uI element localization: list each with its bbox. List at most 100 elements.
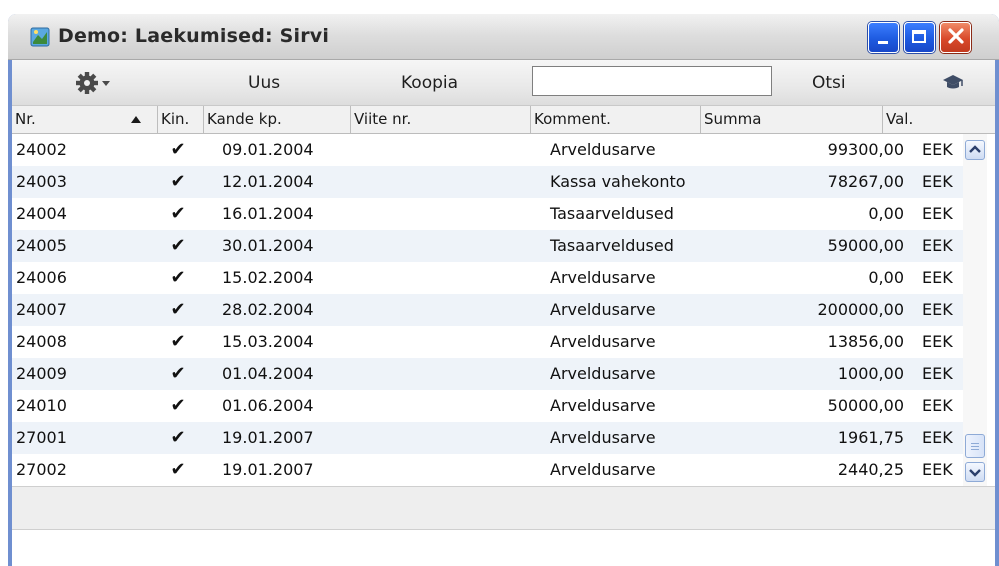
table-body: 24002 ✔ 09.01.2004 Arveldusarve 99300,00 EEK 2… bbox=[12, 134, 963, 486]
graduation-cap-icon[interactable] bbox=[941, 72, 965, 92]
maximize-button[interactable] bbox=[904, 22, 935, 53]
cell-sum: 1000,00 bbox=[837, 364, 904, 383]
cell-nr: 24004 bbox=[16, 204, 67, 223]
table-row[interactable]: 24002 ✔ 09.01.2004 Arveldusarve 99300,00 EEK bbox=[12, 134, 963, 166]
cell-sum: 2440,25 bbox=[837, 460, 904, 479]
table-row[interactable]: 27002 ✔ 19.01.2007 Arveldusarve 2440,25 EEK bbox=[12, 454, 963, 486]
cell-nr: 24006 bbox=[16, 268, 67, 287]
cell-date: 19.01.2007 bbox=[222, 428, 314, 447]
cell-nr: 24005 bbox=[16, 236, 67, 255]
cell-nr: 24002 bbox=[16, 140, 67, 159]
chevron-down-icon bbox=[969, 469, 981, 477]
cell-currency: EEK bbox=[922, 428, 953, 447]
cell-nr: 24010 bbox=[16, 396, 67, 415]
close-button[interactable] bbox=[940, 22, 971, 53]
chevron-up-icon bbox=[969, 145, 981, 153]
cell-currency: EEK bbox=[922, 204, 953, 223]
column-header-sum[interactable]: Summa bbox=[701, 106, 883, 133]
cell-comment: Tasaarveldused bbox=[550, 236, 674, 255]
column-header-date[interactable]: Kande kp. bbox=[204, 106, 351, 133]
cell-date: 01.06.2004 bbox=[222, 396, 314, 415]
cell-date: 19.01.2007 bbox=[222, 460, 314, 479]
new-button[interactable]: Uus bbox=[248, 73, 280, 93]
scroll-up-button[interactable] bbox=[965, 140, 985, 160]
table-row[interactable]: 24005 ✔ 30.01.2004 Tasaarveldused 59000,00 EE… bbox=[12, 230, 963, 262]
cell-nr: 27001 bbox=[16, 428, 67, 447]
table-row[interactable]: 24007 ✔ 28.02.2004 Arveldusarve 200000,00 EEK bbox=[12, 294, 963, 326]
cell-nr: 27002 bbox=[16, 460, 67, 479]
sort-ascending-icon bbox=[131, 116, 141, 123]
cell-comment: Arveldusarve bbox=[550, 300, 656, 319]
cell-sum: 0,00 bbox=[868, 204, 904, 223]
cell-comment: Arveldusarve bbox=[550, 428, 656, 447]
scroll-down-button[interactable] bbox=[965, 462, 985, 482]
cell-date: 12.01.2004 bbox=[222, 172, 314, 191]
cell-approved-check: ✔ bbox=[170, 299, 186, 320]
vertical-scrollbar[interactable] bbox=[963, 134, 987, 486]
cell-comment: Arveldusarve bbox=[550, 364, 656, 383]
cell-comment: Arveldusarve bbox=[550, 332, 656, 351]
maximize-icon bbox=[912, 30, 926, 43]
search-button[interactable]: Otsi bbox=[812, 73, 846, 93]
window-title: Demo: Laekumised: Sirvi bbox=[58, 25, 330, 47]
table-row[interactable]: 24008 ✔ 15.03.2004 Arveldusarve 13856,00 EEK bbox=[12, 326, 963, 358]
column-header-ref[interactable]: Viite nr. bbox=[351, 106, 531, 133]
cell-comment: Tasaarveldused bbox=[550, 204, 674, 223]
cell-approved-check: ✔ bbox=[170, 267, 186, 288]
cell-sum: 99300,00 bbox=[827, 140, 904, 159]
cell-sum: 13856,00 bbox=[827, 332, 904, 351]
minimize-button[interactable] bbox=[868, 22, 899, 53]
table-row[interactable]: 24010 ✔ 01.06.2004 Arveldusarve 50000,00 EEK bbox=[12, 390, 963, 422]
column-header-comment[interactable]: Komment. bbox=[531, 106, 701, 133]
table-row[interactable]: 24004 ✔ 16.01.2004 Tasaarveldused 0,00 EEK bbox=[12, 198, 963, 230]
column-header-label: Nr. bbox=[15, 110, 36, 128]
title-bar[interactable]: Demo: Laekumised: Sirvi bbox=[8, 14, 999, 60]
cell-currency: EEK bbox=[922, 236, 953, 255]
cell-comment: Arveldusarve bbox=[550, 396, 656, 415]
app-icon bbox=[30, 27, 50, 47]
cell-sum: 200000,00 bbox=[817, 300, 904, 319]
column-header-currency[interactable]: Val. bbox=[883, 106, 995, 133]
cell-approved-check: ✔ bbox=[170, 363, 186, 384]
cell-nr: 24007 bbox=[16, 300, 67, 319]
window-content: Uus Koopia Otsi Nr. Kin. Kande kp. Viite… bbox=[12, 60, 995, 566]
app-window: Demo: Laekumised: Sirvi Uus Koopia Otsi … bbox=[8, 14, 999, 566]
gear-icon bbox=[76, 72, 98, 94]
cell-comment: Arveldusarve bbox=[550, 140, 656, 159]
table-row[interactable]: 24006 ✔ 15.02.2004 Arveldusarve 0,00 EEK bbox=[12, 262, 963, 294]
cell-approved-check: ✔ bbox=[170, 459, 186, 480]
scroll-thumb[interactable] bbox=[965, 434, 985, 458]
cell-comment: Arveldusarve bbox=[550, 268, 656, 287]
chevron-down-icon bbox=[102, 81, 110, 86]
table-row[interactable]: 24009 ✔ 01.04.2004 Arveldusarve 1000,00 EEK bbox=[12, 358, 963, 390]
cell-date: 16.01.2004 bbox=[222, 204, 314, 223]
cell-currency: EEK bbox=[922, 332, 953, 351]
column-header-kin[interactable]: Kin. bbox=[158, 106, 204, 133]
cell-date: 09.01.2004 bbox=[222, 140, 314, 159]
cell-date: 28.02.2004 bbox=[222, 300, 314, 319]
actions-menu-button[interactable] bbox=[74, 69, 118, 97]
copy-button[interactable]: Koopia bbox=[401, 73, 458, 93]
cell-currency: EEK bbox=[922, 460, 953, 479]
cell-date: 15.03.2004 bbox=[222, 332, 314, 351]
cell-date: 30.01.2004 bbox=[222, 236, 314, 255]
cell-approved-check: ✔ bbox=[170, 331, 186, 352]
window-bottom bbox=[12, 530, 995, 566]
table-row[interactable]: 24003 ✔ 12.01.2004 Kassa vahekonto 78267,00 E… bbox=[12, 166, 963, 198]
cell-sum: 0,00 bbox=[868, 268, 904, 287]
cell-sum: 50000,00 bbox=[827, 396, 904, 415]
cell-nr: 24003 bbox=[16, 172, 67, 191]
cell-date: 15.02.2004 bbox=[222, 268, 314, 287]
column-header-nr[interactable]: Nr. bbox=[12, 106, 158, 133]
toolbar: Uus Koopia Otsi bbox=[12, 60, 995, 106]
cell-approved-check: ✔ bbox=[170, 139, 186, 160]
status-area bbox=[12, 486, 995, 530]
table-row[interactable]: 27001 ✔ 19.01.2007 Arveldusarve 1961,75 EEK bbox=[12, 422, 963, 454]
cell-approved-check: ✔ bbox=[170, 203, 186, 224]
minimize-icon bbox=[878, 41, 888, 44]
cell-currency: EEK bbox=[922, 140, 953, 159]
cell-date: 01.04.2004 bbox=[222, 364, 314, 383]
search-input[interactable] bbox=[532, 66, 772, 96]
cell-nr: 24008 bbox=[16, 332, 67, 351]
close-icon bbox=[948, 28, 964, 44]
